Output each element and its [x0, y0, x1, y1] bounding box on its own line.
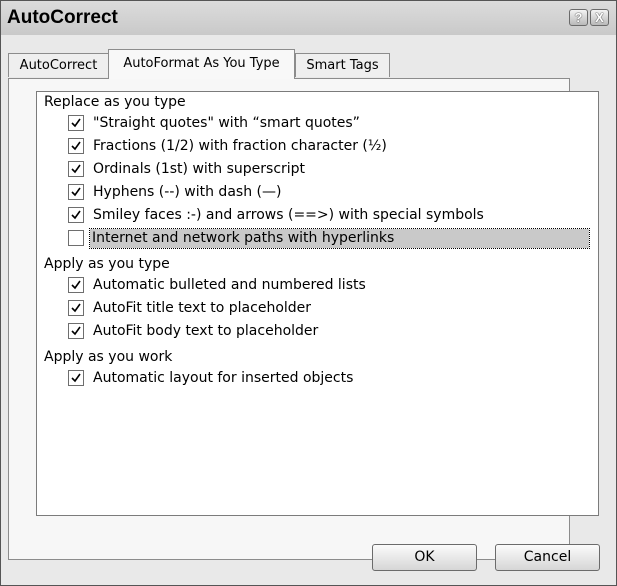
- option-label: Automatic bulleted and numbered lists: [93, 277, 366, 293]
- checkbox[interactable]: [68, 115, 84, 131]
- dialog-title: AutoCorrect: [7, 7, 118, 28]
- checkbox[interactable]: [68, 138, 84, 154]
- option-label: AutoFit title text to placeholder: [93, 300, 312, 316]
- close-icon[interactable]: X: [590, 9, 609, 26]
- tab-smart-tags[interactable]: Smart Tags: [295, 53, 390, 77]
- check-icon: [71, 303, 81, 313]
- checkbox[interactable]: [68, 230, 84, 246]
- option-label: Smiley faces :-) and arrows (==>) with s…: [93, 207, 484, 223]
- checkbox[interactable]: [68, 323, 84, 339]
- option-label: Internet and network paths with hyperlin…: [89, 228, 590, 249]
- check-icon: [71, 210, 81, 220]
- ok-button[interactable]: OK: [372, 544, 477, 571]
- checkbox[interactable]: [68, 370, 84, 386]
- tab-autocorrect[interactable]: AutoCorrect: [8, 53, 109, 77]
- check-icon: [71, 280, 81, 290]
- option-label: AutoFit body text to placeholder: [93, 323, 319, 339]
- group-heading-apply-as-you-type: Apply as you type: [44, 256, 170, 272]
- help-icon[interactable]: ?: [569, 9, 588, 26]
- checkbox[interactable]: [68, 277, 84, 293]
- group-heading-apply-as-you-work: Apply as you work: [44, 349, 173, 365]
- checkbox[interactable]: [68, 184, 84, 200]
- group-heading-replace-as-you-type: Replace as you type: [44, 94, 186, 110]
- option-label: Fractions (1/2) with fraction character …: [93, 138, 387, 154]
- option-label: Hyphens (--) with dash (—): [93, 184, 282, 200]
- checkbox[interactable]: [68, 300, 84, 316]
- checkbox[interactable]: [68, 161, 84, 177]
- check-icon: [71, 326, 81, 336]
- tab-autoformat-as-you-type[interactable]: AutoFormat As You Type: [108, 49, 295, 79]
- option-label: "Straight quotes" with “smart quotes”: [93, 115, 360, 131]
- option-label: Automatic layout for inserted objects: [93, 370, 354, 386]
- checkbox[interactable]: [68, 207, 84, 223]
- option-label: Ordinals (1st) with superscript: [93, 161, 306, 177]
- cancel-button[interactable]: Cancel: [495, 544, 600, 571]
- check-icon: [71, 373, 81, 383]
- check-icon: [71, 141, 81, 151]
- title-bar: AutoCorrect ? X: [1, 1, 616, 35]
- check-icon: [71, 187, 81, 197]
- check-icon: [71, 118, 81, 128]
- check-icon: [71, 164, 81, 174]
